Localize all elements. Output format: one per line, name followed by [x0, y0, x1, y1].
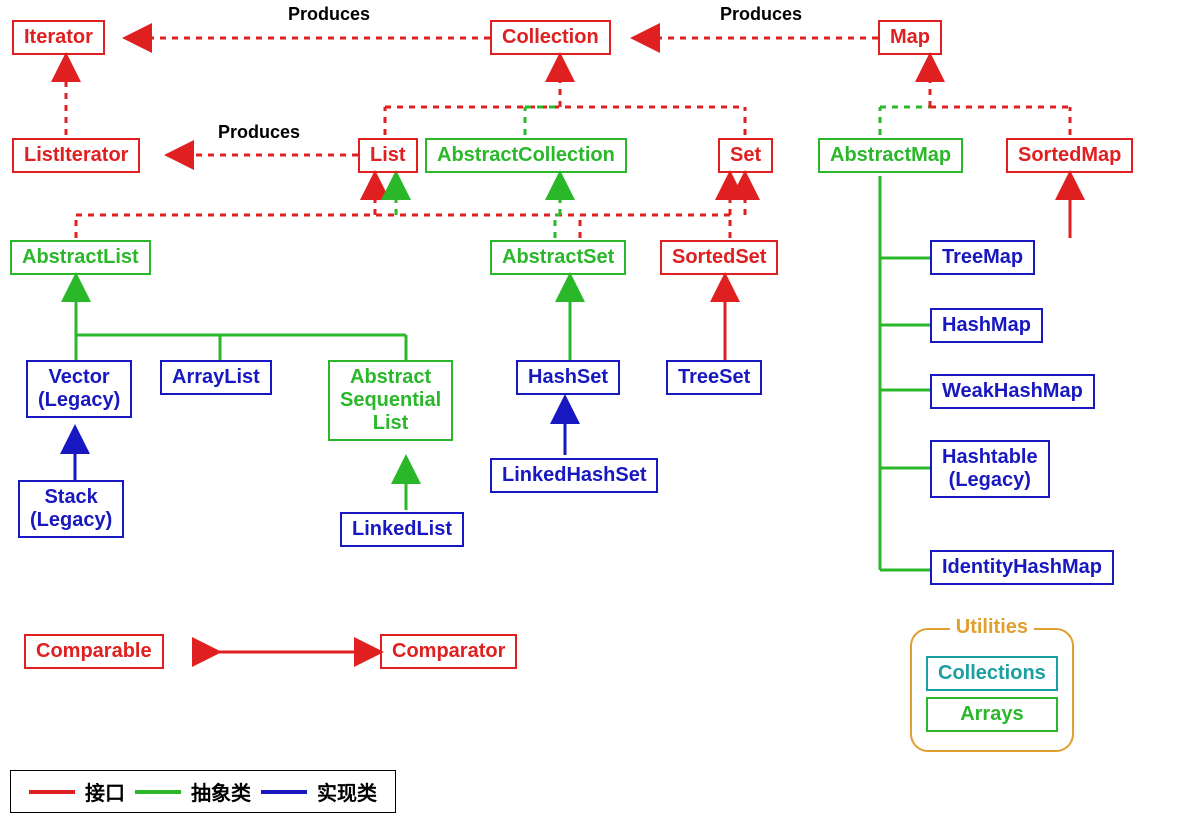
node-abstractcollection: AbstractCollection — [425, 138, 627, 173]
util-arrays: Arrays — [926, 697, 1058, 732]
node-listiterator: ListIterator — [12, 138, 140, 173]
node-set: Set — [718, 138, 773, 173]
node-linkedhashset: LinkedHashSet — [490, 458, 658, 493]
node-arraylist: ArrayList — [160, 360, 272, 395]
node-treeset: TreeSet — [666, 360, 762, 395]
utilities-group: Utilities Collections Arrays — [910, 628, 1074, 752]
label-produces-2: Produces — [720, 4, 802, 25]
node-linkedlist: LinkedList — [340, 512, 464, 547]
legend-abstract: 抽象类 — [191, 777, 251, 806]
node-hashtable: Hashtable (Legacy) — [930, 440, 1050, 498]
node-hashmap: HashMap — [930, 308, 1043, 343]
node-collection: Collection — [490, 20, 611, 55]
node-sortedmap: SortedMap — [1006, 138, 1133, 173]
utilities-title: Utilities — [950, 616, 1034, 639]
node-abstractlist: AbstractList — [10, 240, 151, 275]
legend: 接口 抽象类 实现类 — [10, 770, 396, 813]
node-abstractmap: AbstractMap — [818, 138, 963, 173]
node-weakhashmap: WeakHashMap — [930, 374, 1095, 409]
node-identityhashmap: IdentityHashMap — [930, 550, 1114, 585]
node-abstractset: AbstractSet — [490, 240, 626, 275]
node-map: Map — [878, 20, 942, 55]
node-hashset: HashSet — [516, 360, 620, 395]
node-treemap: TreeMap — [930, 240, 1035, 275]
legend-interface: 接口 — [85, 777, 125, 806]
node-abstractsequentiallist: Abstract Sequential List — [328, 360, 453, 441]
node-vector: Vector (Legacy) — [26, 360, 132, 418]
util-collections: Collections — [926, 656, 1058, 691]
label-produces-1: Produces — [288, 4, 370, 25]
node-list: List — [358, 138, 418, 173]
node-stack: Stack (Legacy) — [18, 480, 124, 538]
legend-line-impl — [261, 790, 307, 794]
legend-impl: 实现类 — [317, 777, 377, 806]
label-produces-3: Produces — [218, 122, 300, 143]
legend-line-abstract — [135, 790, 181, 794]
node-comparable: Comparable — [24, 634, 164, 669]
legend-line-interface — [29, 790, 75, 794]
node-sortedset: SortedSet — [660, 240, 778, 275]
node-comparator: Comparator — [380, 634, 517, 669]
node-iterator: Iterator — [12, 20, 105, 55]
